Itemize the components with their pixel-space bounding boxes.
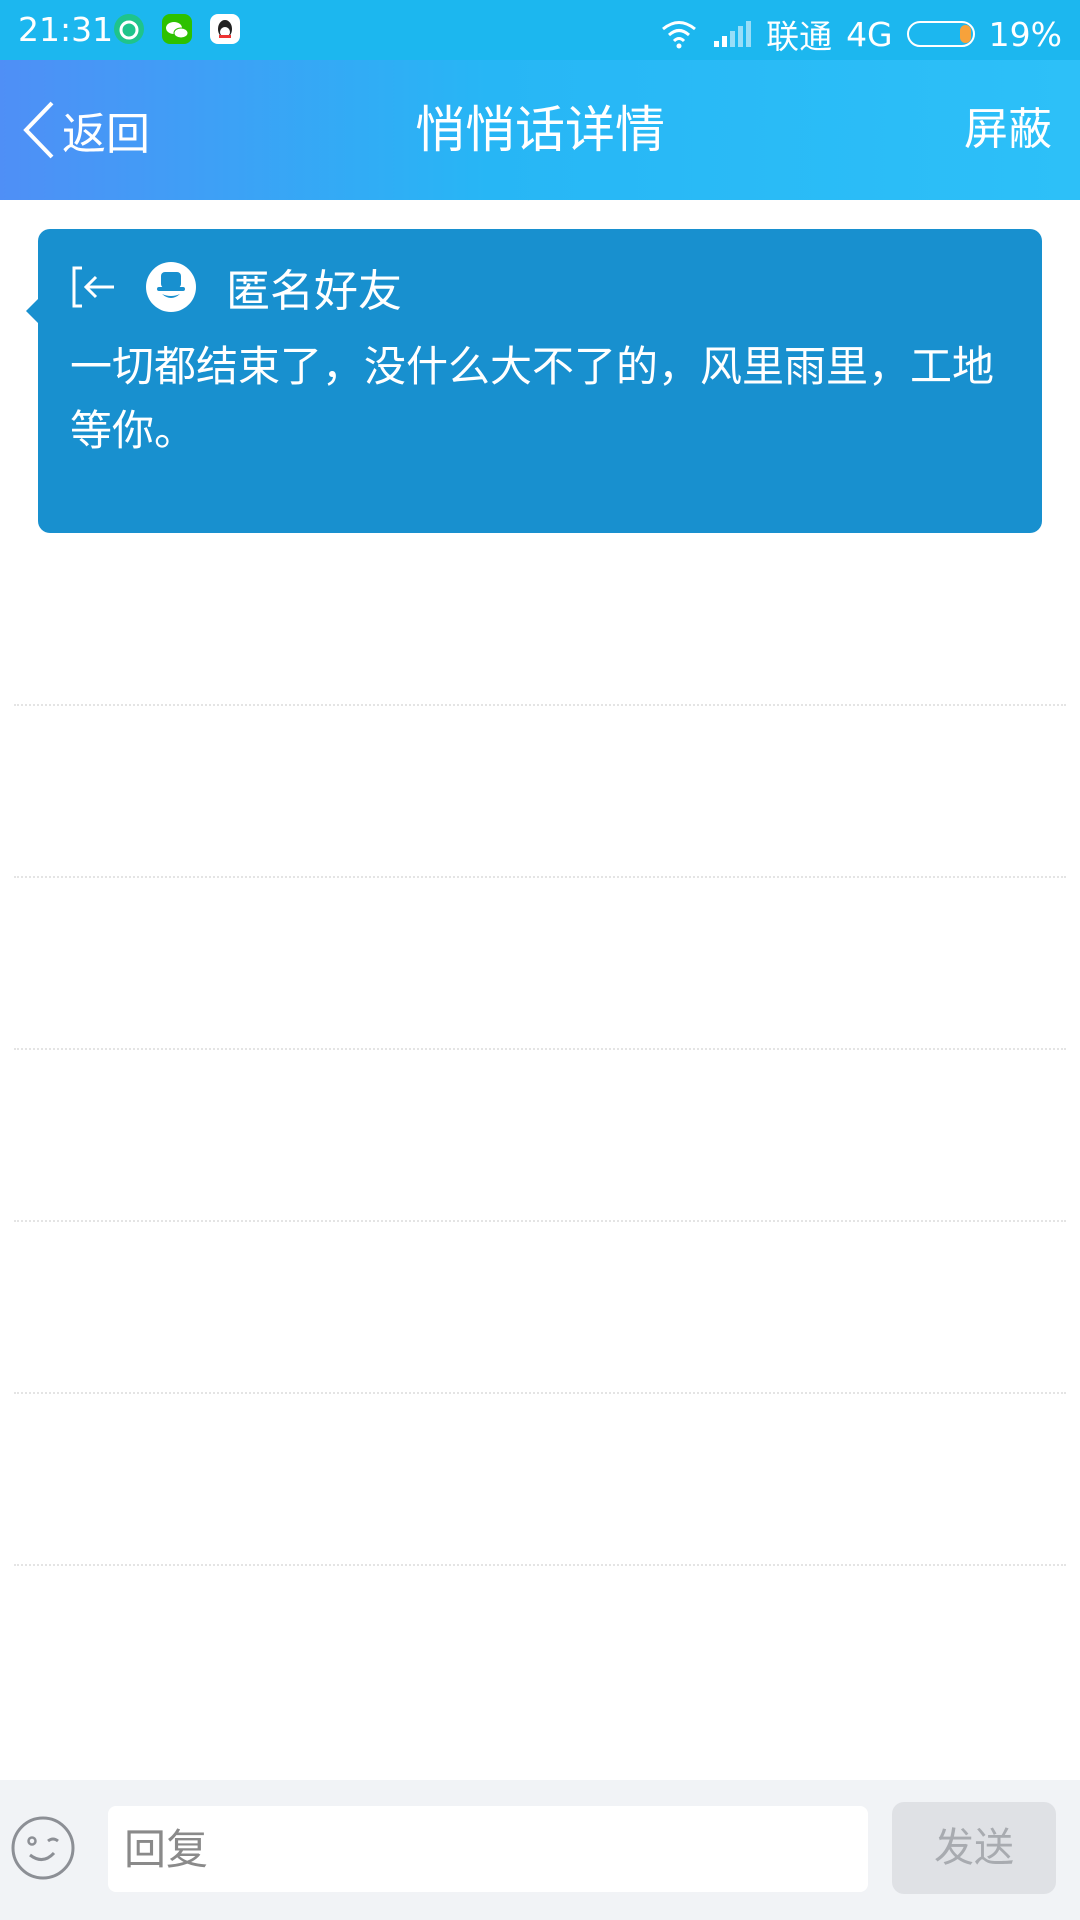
note-line (14, 876, 1066, 878)
wifi-icon (662, 21, 697, 49)
note-line (14, 704, 1066, 706)
anonymous-avatar-icon (146, 262, 196, 312)
note-line (14, 1048, 1066, 1050)
status-time: 21:31 (18, 10, 114, 49)
note-line (14, 1564, 1066, 1566)
send-button[interactable]: 发送 (892, 1802, 1056, 1894)
message-card: 匿名好友 一切都结束了，没什么大不了的，风里雨里，工地等你。 (26, 229, 1042, 533)
block-button[interactable]: 屏蔽 (964, 60, 1052, 200)
sender-name: 匿名好友 (226, 266, 402, 317)
reply-input[interactable] (108, 1806, 868, 1892)
note-line (14, 1220, 1066, 1222)
emoji-button[interactable] (10, 1815, 76, 1881)
card-tail (26, 299, 38, 323)
battery-fill (959, 25, 971, 43)
wink-face-icon (11, 1816, 75, 1880)
carrier-label: 联通 (766, 17, 833, 56)
title-bar: 返回 悄悄话详情 屏蔽 (0, 60, 1080, 200)
signal-icon (714, 21, 752, 47)
network-type: 4G (846, 14, 893, 54)
note-line (14, 1392, 1066, 1394)
card-header: 匿名好友 (70, 259, 402, 317)
battery-percent: 19% (988, 14, 1062, 54)
page-title: 悄悄话详情 (415, 101, 665, 159)
status-right: 联通 4G 19% (660, 10, 1062, 58)
status-bar: 21:31 联通 4G 19% (0, 0, 1080, 60)
exit-icon[interactable] (70, 263, 118, 311)
qq-icon (210, 14, 240, 44)
green-app-icon (114, 14, 144, 44)
message-text: 一切都结束了，没什么大不了的，风里雨里，工地等你。 (70, 342, 995, 455)
wechat-icon (162, 14, 192, 44)
reply-bar: 发送 (0, 1780, 1080, 1920)
battery-icon (906, 21, 975, 47)
